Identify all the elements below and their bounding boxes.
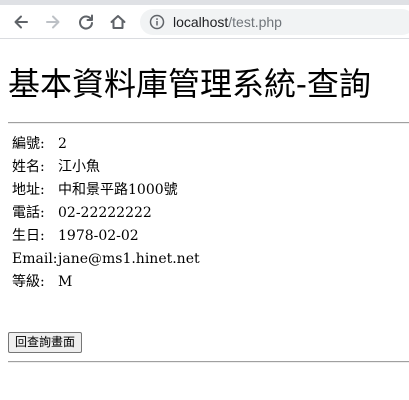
forward-button[interactable] — [42, 11, 64, 33]
home-button[interactable] — [107, 11, 129, 33]
reload-icon — [79, 14, 93, 30]
field-row-birthday: 生日: 1978-02-02 — [12, 225, 200, 248]
field-value: jane@ms1.hinet.net — [58, 251, 200, 267]
url-text: localhost/test.php — [173, 13, 282, 31]
home-icon — [110, 15, 126, 29]
field-label: 等級: — [12, 274, 45, 290]
field-row-address: 地址: 中和景平路1000號 — [12, 179, 200, 202]
forward-icon — [46, 15, 60, 29]
browser-toolbar: localhost/test.php — [0, 5, 409, 39]
field-value: 江小魚 — [58, 159, 100, 175]
page-title: 基本資料庫管理系統-查詢 — [8, 65, 371, 103]
field-row-name: 姓名: 江小魚 — [12, 156, 200, 179]
field-label: 地址: — [12, 182, 45, 198]
url-path: /test.php — [228, 14, 282, 30]
url-host: localhost — [173, 14, 229, 30]
field-label: 生日: — [12, 228, 45, 244]
divider-bottom — [8, 361, 409, 363]
divider-top — [8, 122, 409, 124]
field-label: 姓名: — [12, 159, 45, 175]
field-value: 中和景平路1000號 — [58, 182, 178, 198]
reload-button[interactable] — [75, 11, 97, 33]
field-row-email: Email: jane@ms1.hinet.net — [12, 248, 200, 271]
back-to-search-button[interactable]: 回查詢畫面 — [8, 332, 83, 353]
field-row-phone: 電話: 02-22222222 — [12, 202, 200, 225]
field-row-level: 等級: M — [12, 271, 200, 294]
field-value: 1978-02-02 — [58, 228, 139, 244]
back-icon — [14, 15, 28, 29]
info-icon[interactable] — [149, 14, 165, 30]
field-value: 02-22222222 — [58, 205, 152, 221]
address-bar[interactable]: localhost/test.php — [140, 9, 409, 35]
field-value: 2 — [58, 136, 67, 152]
field-label: 電話: — [12, 205, 45, 221]
back-button[interactable] — [10, 11, 32, 33]
field-label: 編號: — [12, 136, 45, 152]
field-label: Email: — [12, 251, 58, 267]
field-row-id: 編號: 2 — [12, 133, 200, 156]
field-value: M — [58, 274, 73, 290]
record-details: 編號: 2 姓名: 江小魚 地址: 中和景平路1000號 電話: 02-2222… — [12, 133, 200, 294]
